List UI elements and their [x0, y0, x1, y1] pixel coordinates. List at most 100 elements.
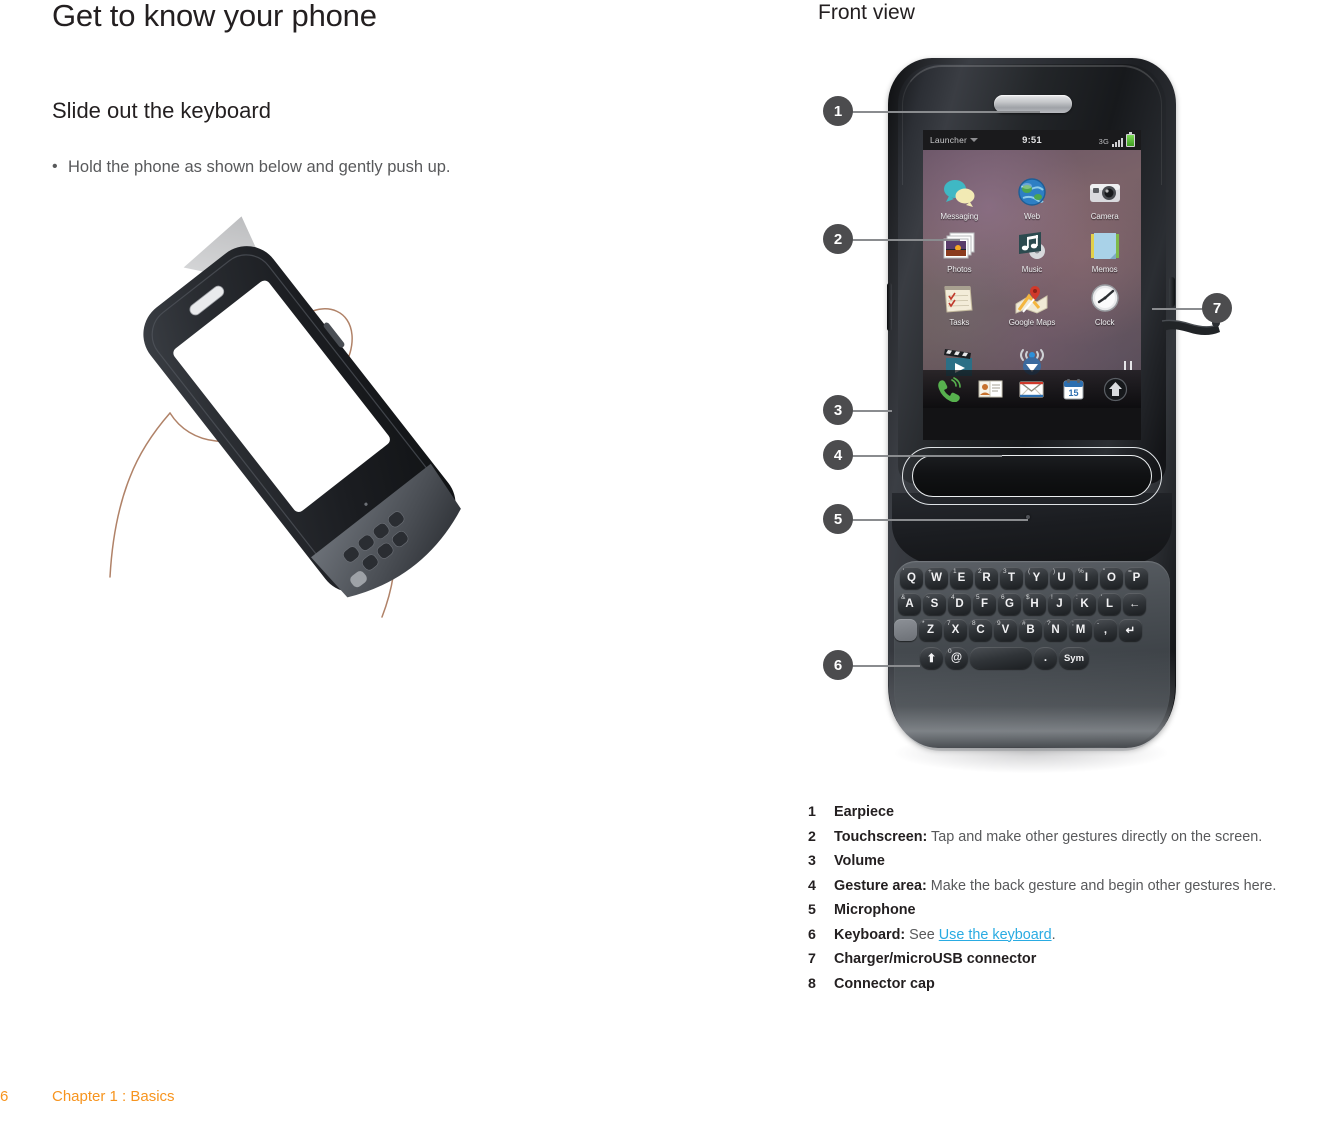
key-f[interactable]: 5F: [973, 593, 996, 615]
instruction-bullet: • Hold the phone as shown below and gent…: [52, 155, 672, 179]
key-sup: 0: [948, 648, 952, 655]
key-s[interactable]: ~ S: [923, 593, 946, 615]
app-google-maps[interactable]: Google Maps: [996, 282, 1069, 327]
key-j[interactable]: ! J: [1048, 593, 1071, 615]
callout-3: 3: [823, 395, 853, 425]
gesture-area[interactable]: [912, 455, 1152, 497]
key-label: Q: [907, 572, 916, 584]
key-g[interactable]: 6G: [998, 593, 1021, 615]
key-at-zero[interactable]: 0 @: [945, 647, 968, 669]
leader-line-6: [852, 665, 920, 667]
key-label: R: [982, 572, 991, 584]
legend-number: 4: [808, 877, 816, 894]
footer-chapter-label: Chapter 1 : Basics: [52, 1088, 175, 1105]
key-l[interactable]: ' L: [1098, 593, 1121, 615]
key-e[interactable]: 1E: [950, 567, 973, 589]
app-camera[interactable]: Camera: [1068, 176, 1141, 221]
key-sym[interactable]: Sym: [1059, 647, 1089, 669]
key-d[interactable]: 4D: [948, 593, 971, 615]
key-sup: *: [922, 620, 925, 627]
key-v[interactable]: 9V: [994, 619, 1017, 641]
calendar-date-badge: 15: [1069, 388, 1079, 398]
key-label: ,: [1103, 624, 1108, 636]
key-sup: %: [1078, 568, 1084, 575]
key-p[interactable]: = P: [1125, 567, 1148, 589]
key-a[interactable]: & A: [898, 593, 921, 615]
key-backspace[interactable]: ←: [1123, 593, 1146, 615]
legend-item-2: 2 Touchscreen: Tap and make other gestur…: [808, 827, 1323, 848]
section-heading: Slide out the keyboard: [52, 98, 271, 123]
keyboard-row-3: * Z 7X 8C 9V # B ? N ; M -, ↵: [894, 619, 1144, 641]
page-indicator: [1124, 361, 1132, 370]
phone-icon[interactable]: [935, 376, 962, 402]
callout-4: 4: [823, 440, 853, 470]
key-label: V: [1001, 624, 1010, 636]
app-photos[interactable]: Photos: [923, 229, 996, 274]
key-w[interactable]: + W: [925, 567, 948, 589]
key-k[interactable]: :K: [1073, 593, 1096, 615]
key-shift[interactable]: ⬆: [920, 647, 943, 669]
calendar-icon[interactable]: 15: [1060, 377, 1087, 402]
key-label: S: [930, 598, 939, 610]
legend-text: Earpiece: [834, 802, 1323, 823]
key-shift-left[interactable]: [894, 619, 917, 641]
music-icon: [1013, 229, 1051, 263]
app-music[interactable]: Music: [996, 229, 1069, 274]
key-c[interactable]: 8C: [969, 619, 992, 641]
legend-number: 7: [808, 951, 816, 967]
right-column: Front view Launcher 9:51 3G Messaging We…: [790, 0, 1323, 1124]
page-footer: 6 Chapter 1 : Basics: [0, 1080, 1323, 1124]
key-t[interactable]: 3T: [1000, 567, 1023, 589]
app-label: Photos: [947, 265, 972, 274]
key-z[interactable]: * Z: [919, 619, 942, 641]
key-sup: 5: [976, 594, 980, 601]
web-globe-icon: [1013, 176, 1051, 210]
key-o[interactable]: " O: [1100, 567, 1123, 589]
key-r[interactable]: 2R: [975, 567, 998, 589]
signal-bars-icon: [1112, 137, 1123, 147]
key-i[interactable]: % I: [1075, 567, 1098, 589]
key-label: H: [1030, 598, 1039, 610]
key-enter[interactable]: ↵: [1119, 619, 1142, 641]
launcher-menu[interactable]: Launcher: [930, 135, 979, 145]
key-b[interactable]: # B: [1019, 619, 1042, 641]
key-y[interactable]: (Y: [1025, 567, 1048, 589]
app-label: Music: [1021, 265, 1043, 274]
key-label: G: [1005, 598, 1014, 610]
key-label: D: [955, 598, 964, 610]
key-u[interactable]: ) U: [1050, 567, 1073, 589]
email-icon[interactable]: [1018, 377, 1045, 402]
use-the-keyboard-link[interactable]: Use the keyboard: [939, 927, 1052, 943]
key-label: O: [1107, 572, 1116, 584]
legend-text: Gesture area: Make the back gesture and …: [834, 876, 1323, 897]
key-sup: 2: [978, 568, 982, 575]
key-period[interactable]: .: [1034, 647, 1057, 669]
app-tasks[interactable]: Tasks: [923, 282, 996, 327]
app-memos[interactable]: Memos: [1068, 229, 1141, 274]
volume-button[interactable]: [887, 283, 892, 331]
side-button-right[interactable]: [1169, 277, 1175, 307]
key-sup: ): [1053, 568, 1056, 575]
legend-text: Keyboard: See Use the keyboard.: [834, 925, 1323, 946]
legend-term: Gesture area:: [834, 877, 927, 894]
key-sup: 8: [972, 620, 976, 627]
callout-number: 3: [833, 401, 843, 419]
key-comma[interactable]: -,: [1094, 619, 1117, 641]
key-m[interactable]: ; M: [1069, 619, 1092, 641]
launcher-home-icon[interactable]: [1102, 377, 1129, 402]
app-messaging[interactable]: Messaging: [923, 176, 996, 221]
key-sup: 7: [947, 620, 951, 627]
contacts-icon[interactable]: [977, 377, 1004, 402]
key-space[interactable]: [970, 647, 1032, 669]
key-n[interactable]: ? N: [1044, 619, 1067, 641]
keyboard[interactable]: ' Q + W 1E 2R 3T (Y ) U % I " O = P & A ~ S 4D 5…: [894, 567, 1166, 727]
app-web[interactable]: Web: [996, 176, 1069, 221]
key-sup: &: [901, 594, 906, 601]
key-q[interactable]: ' Q: [900, 567, 923, 589]
key-sup: !: [1051, 594, 1053, 601]
app-clock[interactable]: Clock: [1068, 282, 1141, 327]
key-h[interactable]: $ H: [1023, 593, 1046, 615]
key-x[interactable]: 7X: [944, 619, 967, 641]
touchscreen[interactable]: Launcher 9:51 3G Messaging Web Camera Ph…: [923, 130, 1141, 440]
callout-5: 5: [823, 504, 853, 534]
